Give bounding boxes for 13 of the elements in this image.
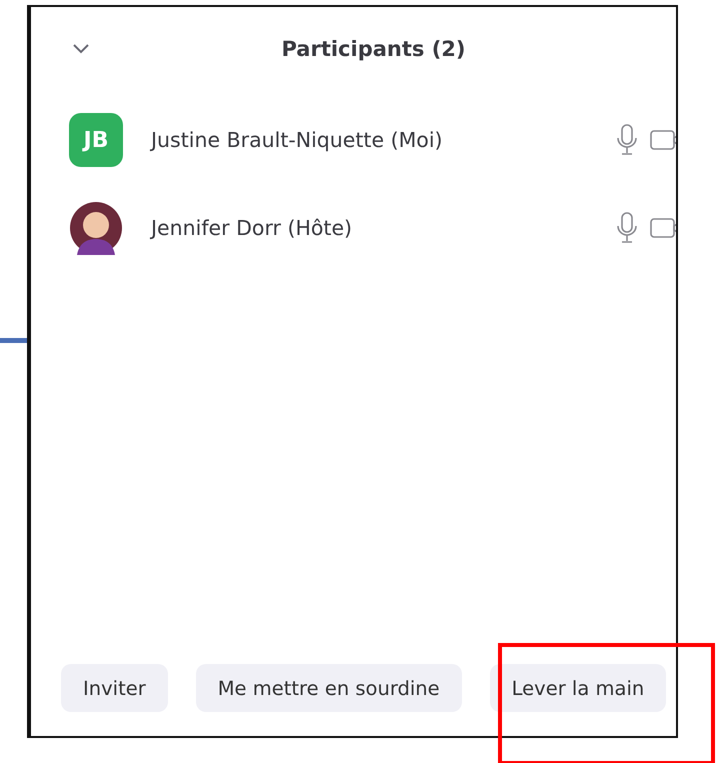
avatar-silhouette bbox=[69, 201, 123, 255]
action-button[interactable]: Me mettre en sourdine bbox=[196, 664, 462, 712]
microphone-icon[interactable] bbox=[616, 212, 638, 244]
video-camera-icon[interactable] bbox=[650, 217, 676, 239]
participant-name: Jennifer Dorr (Hôte) bbox=[151, 216, 354, 240]
participant-name: Justine Brault-Niquette (Moi) bbox=[151, 128, 444, 152]
video-camera-icon[interactable] bbox=[650, 129, 676, 151]
action-button[interactable]: Inviter bbox=[61, 664, 168, 712]
microphone-icon[interactable] bbox=[616, 124, 638, 156]
panel-title: Participants (2) bbox=[280, 37, 467, 61]
chevron-down-icon[interactable] bbox=[71, 43, 91, 55]
initials-avatar: JB bbox=[69, 113, 123, 167]
action-button[interactable]: Lever la main bbox=[490, 664, 666, 712]
